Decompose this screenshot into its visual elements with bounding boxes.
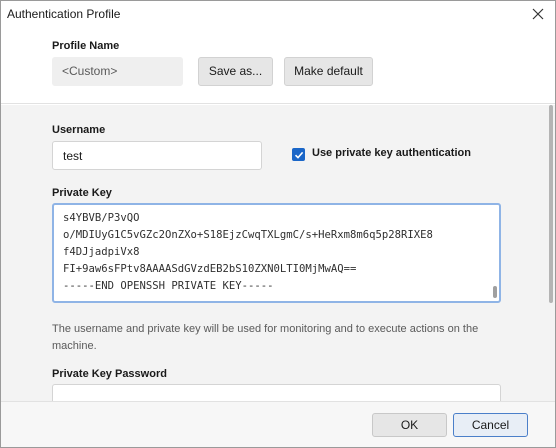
private-key-line: FI+9aw6sFPtv8AAAASdGVzdEB2bS10ZXN0LTI0Mj… [63, 263, 357, 275]
private-key-textarea[interactable]: s4YBVB/P3vQO o/MDIUyG1C5vGZc2OnZXo+S18Ejz… [52, 203, 501, 303]
private-key-line: s4YBVB/P3vQO [63, 212, 140, 224]
profile-name-label: Profile Name [52, 40, 120, 52]
close-button[interactable] [527, 4, 549, 24]
private-key-auth-label[interactable]: Use private key authentication [312, 147, 471, 159]
title-bar: Authentication Profile [1, 1, 555, 28]
username-input[interactable]: test [52, 141, 262, 170]
help-text: The username and private key will be use… [52, 323, 479, 352]
private-key-line: o/MDIUyG1C5vGZc2OnZXo+S18EjzCwqTXLgmC/s+… [63, 229, 433, 241]
make-default-button[interactable]: Make default [284, 57, 373, 86]
private-key-text: s4YBVB/P3vQO o/MDIUyG1C5vGZc2OnZXo+S18Ejz… [63, 210, 433, 295]
profile-section: Profile Name <Custom> Save as... Make de… [1, 28, 555, 104]
private-key-scrollbar[interactable] [492, 206, 498, 300]
settings-scroll-area: Username test Use private key authentica… [1, 105, 547, 401]
window-title: Authentication Profile [7, 7, 121, 21]
private-key-auth-checkbox[interactable] [292, 148, 305, 161]
username-label: Username [52, 124, 106, 136]
settings-scrollbar[interactable] [547, 105, 555, 401]
private-key-scrollbar-thumb[interactable] [493, 286, 497, 298]
close-icon [532, 8, 544, 20]
private-key-line: f4DJjadpiVx8 [63, 246, 140, 258]
checkmark-icon [294, 151, 303, 159]
cancel-button[interactable]: Cancel [453, 413, 528, 437]
ok-button[interactable]: OK [372, 413, 447, 437]
private-key-line: -----END OPENSSH PRIVATE KEY----- [63, 280, 274, 292]
private-key-label: Private Key [52, 187, 112, 199]
private-key-password-input[interactable] [52, 384, 501, 401]
profile-name-field[interactable]: <Custom> [52, 57, 183, 86]
settings-scrollbar-thumb[interactable] [549, 105, 553, 303]
authentication-profile-dialog: Authentication Profile Profile Name <Cus… [0, 0, 556, 448]
save-as-button[interactable]: Save as... [198, 57, 273, 86]
dialog-footer: OK Cancel [1, 401, 555, 447]
private-key-password-label: Private Key Password [52, 368, 167, 380]
